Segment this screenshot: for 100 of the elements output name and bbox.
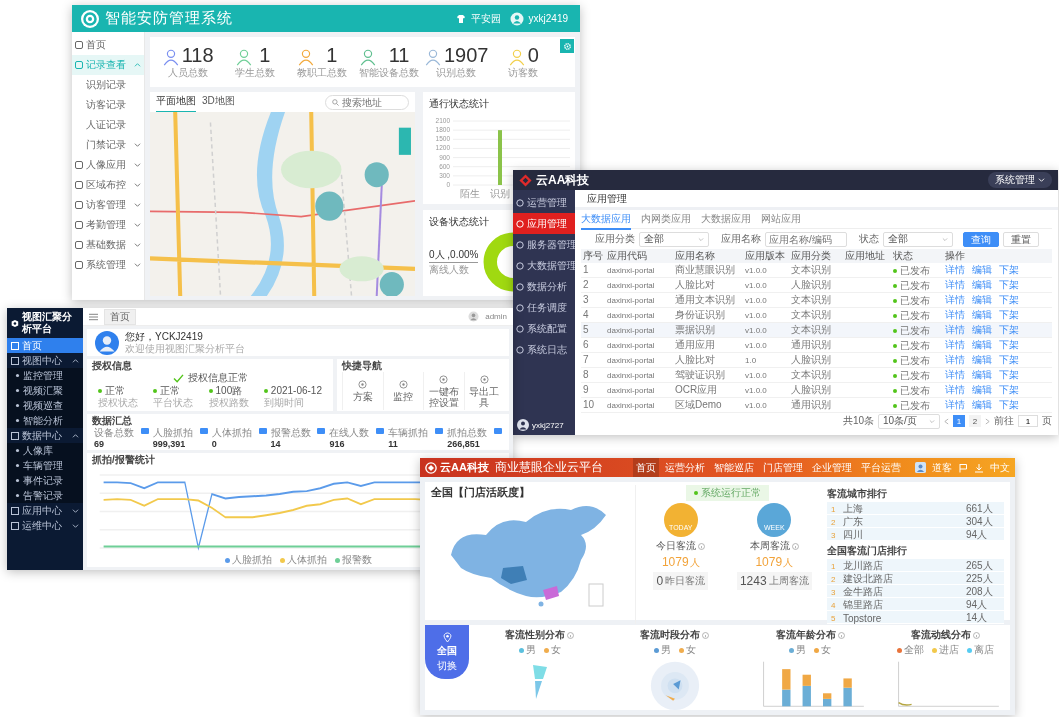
action-link[interactable]: 编辑 [972,279,992,291]
action-link[interactable]: 详情 [945,309,965,321]
sidebar-item[interactable]: 人像应用 [72,155,144,175]
sidebar-subitem[interactable]: 智能分析 [7,413,83,428]
tab[interactable]: 网站应用 [761,210,801,230]
reset-button[interactable]: 重置 [1003,231,1039,247]
previous-icon[interactable] [944,417,949,425]
action-link[interactable]: 详情 [945,324,965,336]
sidebar-item[interactable]: 系统日志 [513,339,575,360]
map-tab[interactable]: 3D地图 [202,91,235,113]
avatar-icon[interactable] [468,311,480,322]
sidebar-item[interactable]: 应用管理 [513,213,575,234]
action-link[interactable]: 编辑 [972,399,992,411]
sidebar-item[interactable]: 数据中心 [7,428,83,443]
avatar-icon[interactable] [509,11,524,26]
action-link[interactable]: 下架 [999,294,1019,306]
tab[interactable]: 内网类应用 [641,210,691,230]
tab[interactable]: 大数据应用 [581,210,631,230]
download-icon[interactable] [974,462,984,473]
action-link[interactable]: 编辑 [972,324,992,336]
action-link[interactable]: 详情 [945,264,965,276]
region-tab[interactable]: 全国 切换 [425,625,469,679]
sidebar-item[interactable]: 运维中心 [7,518,83,533]
info-icon[interactable] [972,631,980,639]
sidebar-item[interactable]: 视图中心 [7,353,83,368]
action-link[interactable]: 下架 [999,264,1019,276]
sidebar-subitem[interactable]: 告警记录 [7,488,83,503]
sidebar-subitem[interactable]: 视频巡查 [7,398,83,413]
next-icon[interactable] [985,417,990,425]
sidebar-subitem[interactable]: 监控管理 [7,368,83,383]
shirt-icon[interactable] [455,13,466,24]
action-link[interactable]: 下架 [999,324,1019,336]
action-link[interactable]: 详情 [945,399,965,411]
sidebar-subitem[interactable]: 视频汇聚 [7,383,83,398]
table-row[interactable]: 3 daxinxi-portal 通用文本识别 v1.0.0 文本识别 已发布 详情 编辑 下架 [581,292,1052,308]
search-button[interactable]: 查询 [963,231,999,247]
sidebar-subitem[interactable]: 事件记录 [7,473,83,488]
action-link[interactable]: 下架 [999,369,1019,381]
sidebar-item[interactable]: 系统配置 [513,318,575,339]
table-row[interactable]: 4 daxinxi-portal 身份证识别 v1.0.0 文本识别 已发布 详情 编辑 下架 [581,307,1052,323]
action-link[interactable]: 下架 [999,354,1019,366]
table-row[interactable]: 10 daxinxi-portal 区域Demo v1.0.0 通用识别 已发布 详情 编辑 下架 [581,397,1052,413]
quick-nav-item[interactable]: 监控 [382,372,423,410]
page-tab[interactable]: 首页 [104,308,136,325]
action-link[interactable]: 下架 [999,399,1019,411]
table-row[interactable]: 9 daxinxi-portal OCR应用 v1.0.0 人脸识别 已发布 详情 编辑 下架 [581,382,1052,398]
sidebar-item[interactable]: 任务调度 [513,297,575,318]
select-field[interactable]: 全部 [883,231,953,247]
select-field[interactable]: 全部 [639,231,709,247]
sidebar-item[interactable]: 首页 [7,338,83,353]
nav-tab[interactable]: 门店管理 [760,458,806,477]
action-link[interactable]: 下架 [999,339,1019,351]
page-button[interactable]: 1 [953,415,965,427]
flag-icon[interactable] [958,462,968,473]
sidebar-subitem[interactable]: 车辆管理 [7,458,83,473]
nav-tab[interactable]: 平台运营 [858,458,904,477]
admin-menu[interactable]: 系统管理 [988,172,1052,188]
quick-nav-item[interactable]: 一键布控设置 [423,372,464,410]
action-link[interactable]: 详情 [945,279,965,291]
table-row[interactable]: 2 daxinxi-portal 人脸比对 v1.0.0 人脸识别 已发布 详情 编辑 下架 [581,277,1052,293]
action-link[interactable]: 编辑 [972,264,992,276]
sidebar-subitem[interactable]: 人证记录 [72,115,144,135]
nav-tab[interactable]: 首页 [633,458,659,477]
table-row[interactable]: 7 daxinxi-portal 人脸比对 1.0 人脸识别 已发布 详情 编辑 下架 [581,352,1052,368]
info-icon[interactable] [698,542,706,550]
action-link[interactable]: 编辑 [972,354,992,366]
action-link[interactable]: 详情 [945,384,965,396]
page-button[interactable]: 2 [969,415,981,427]
action-link[interactable]: 下架 [999,279,1019,291]
sidebar-item[interactable]: 基础数据 [72,235,144,255]
action-link[interactable]: 详情 [945,354,965,366]
sidebar-subitem[interactable]: 访客记录 [72,95,144,115]
action-link[interactable]: 编辑 [972,294,992,306]
info-icon[interactable] [837,631,845,639]
table-row[interactable]: 6 daxinxi-portal 通用应用 v1.0.0 通用识别 已发布 详情 编辑 下架 [581,337,1052,353]
page-input[interactable]: 1 [1018,415,1038,427]
user-name[interactable]: admin [485,312,507,321]
table-row[interactable]: 5 daxinxi-portal 票据识别 v1.0.0 文本识别 已发布 详情 编辑 下架 [581,322,1052,338]
action-link[interactable]: 编辑 [972,384,992,396]
sidebar-item[interactable]: 访客管理 [72,195,144,215]
input-field[interactable]: 应用名称/编码 [765,231,847,247]
sidebar-item[interactable]: 运营管理 [513,192,575,213]
nav-tab[interactable]: 运营分析 [662,458,708,477]
nav-tab[interactable]: 智能巡店 [711,458,757,477]
quick-nav-item[interactable]: 方案 [342,372,383,410]
sidebar-item[interactable]: 数据分析 [513,276,575,297]
tab[interactable]: 大数据应用 [701,210,751,230]
nav-tab[interactable]: 企业管理 [809,458,855,477]
info-icon[interactable] [791,542,799,550]
table-row[interactable]: 1 daxinxi-portal 商业慧眼识别 v1.0.0 文本识别 已发布 详情 编辑 下架 [581,263,1052,278]
sidebar-subitem[interactable]: 识别记录 [72,75,144,95]
sidebar-item[interactable]: 首页 [72,35,144,55]
page-size-select[interactable]: 10条/页 [878,413,940,429]
avatar-icon[interactable] [915,462,926,473]
action-link[interactable]: 编辑 [972,339,992,351]
info-icon[interactable] [567,631,575,639]
settings-button[interactable] [560,39,574,53]
site-name[interactable]: 平安园 [470,11,501,26]
action-link[interactable]: 编辑 [972,309,992,321]
action-link[interactable]: 详情 [945,339,965,351]
